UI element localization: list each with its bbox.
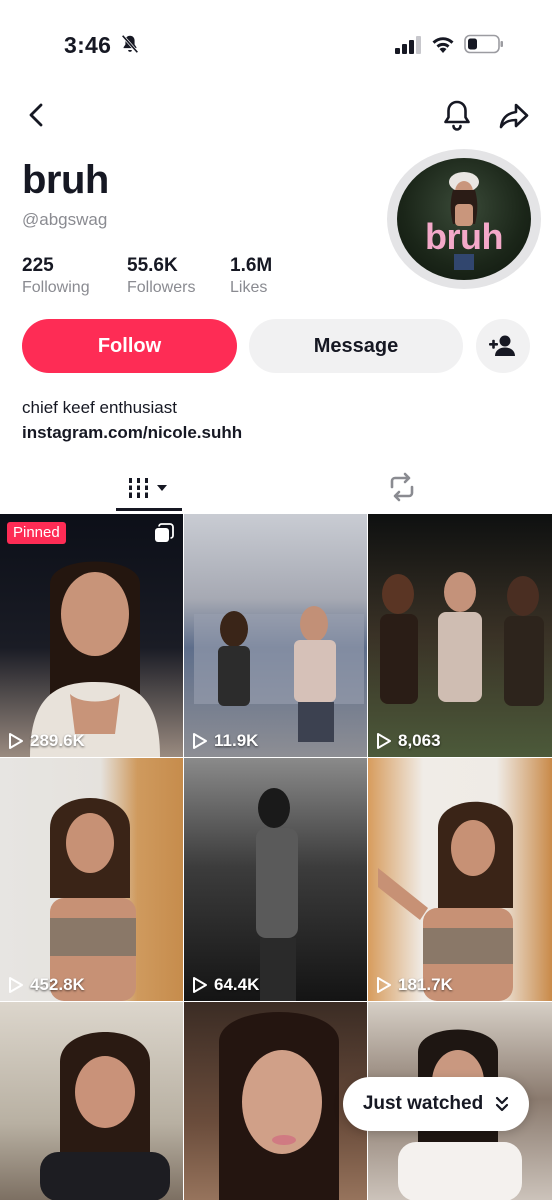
view-count: 64.4K	[192, 975, 259, 995]
video-thumbnail[interactable]	[184, 1002, 367, 1200]
play-icon	[377, 977, 391, 993]
thumbnail-photo	[378, 801, 513, 1001]
thumbnail-photo	[219, 1012, 339, 1200]
view-count-text: 64.4K	[214, 975, 260, 994]
following-stat[interactable]: 225 Following	[22, 255, 90, 297]
profile-bio: chief keef enthusiast	[22, 398, 177, 417]
view-count-text: 8,063	[398, 731, 441, 750]
followers-stat[interactable]: 55.6K Followers	[127, 255, 195, 297]
status-bar: 3:46	[0, 0, 552, 90]
repost-icon[interactable]	[386, 472, 418, 502]
view-count-text: 289.6K	[30, 731, 85, 750]
view-count: 11.9K	[192, 731, 258, 751]
thumbnail-photo	[256, 788, 298, 1001]
status-time: 3:46	[64, 32, 112, 58]
following-label: Following	[22, 279, 90, 296]
video-thumbnail[interactable]	[0, 1002, 183, 1200]
back-icon[interactable]	[22, 100, 52, 130]
profile-name: bruh	[22, 158, 109, 202]
add-friend-icon	[489, 335, 515, 356]
follow-button[interactable]: Follow	[22, 319, 237, 373]
followers-count: 55.6K	[127, 255, 178, 276]
active-tab-indicator	[116, 508, 182, 511]
profile-handle: @abgswag	[22, 210, 108, 229]
chevron-double-down-icon	[496, 1096, 509, 1112]
video-thumbnail[interactable]: 64.4K	[184, 758, 367, 1001]
video-thumbnail[interactable]: 8,063	[368, 514, 552, 757]
play-icon	[9, 977, 23, 993]
share-icon[interactable]	[497, 100, 531, 132]
view-count-text: 181.7K	[398, 975, 453, 994]
bell-off-icon	[121, 34, 139, 54]
view-count-text: 452.8K	[30, 975, 85, 994]
video-thumbnail[interactable]: 181.7K	[368, 758, 552, 1001]
avatar[interactable]: bruh	[397, 158, 531, 280]
just-watched-button[interactable]: Just watched	[343, 1077, 529, 1131]
play-icon	[193, 977, 207, 993]
play-icon	[193, 733, 207, 749]
bell-icon[interactable]	[441, 98, 473, 132]
view-count: 452.8K	[8, 975, 85, 995]
profile-link[interactable]: instagram.com/nicole.suhh	[22, 423, 242, 443]
likes-stat[interactable]: 1.6M Likes	[230, 255, 272, 297]
battery-icon	[464, 34, 503, 54]
pinned-badge: Pinned	[7, 522, 66, 544]
wifi-icon	[432, 37, 454, 53]
thumbnail-photo	[40, 1032, 170, 1200]
view-count: 289.6K	[8, 731, 85, 751]
likes-label: Likes	[230, 279, 268, 296]
view-count: 181.7K	[376, 975, 453, 995]
signal-icon	[395, 36, 421, 54]
thumbnail-photo	[380, 572, 544, 706]
message-button[interactable]: Message	[249, 319, 463, 373]
add-friend-button[interactable]	[476, 319, 530, 373]
view-count-text: 11.9K	[214, 731, 259, 750]
play-icon	[9, 733, 23, 749]
thumbnail-photo	[30, 561, 160, 757]
just-watched-label: Just watched	[362, 1093, 484, 1114]
following-count: 225	[22, 255, 54, 276]
play-icon	[377, 733, 391, 749]
followers-label: Followers	[127, 279, 196, 296]
video-thumbnail[interactable]: 11.9K	[184, 514, 367, 757]
likes-count: 1.6M	[230, 255, 273, 276]
video-thumbnail[interactable]: 452.8K	[0, 758, 183, 1001]
tab-videos[interactable]	[116, 466, 182, 510]
view-count: 8,063	[376, 731, 441, 751]
thumbnail-photo	[50, 798, 136, 1001]
multi-image-icon	[155, 523, 174, 542]
video-thumbnail[interactable]: Pinned 289.6K	[0, 514, 183, 757]
grid-icon	[127, 478, 167, 498]
avatar-text: bruh	[425, 216, 503, 257]
